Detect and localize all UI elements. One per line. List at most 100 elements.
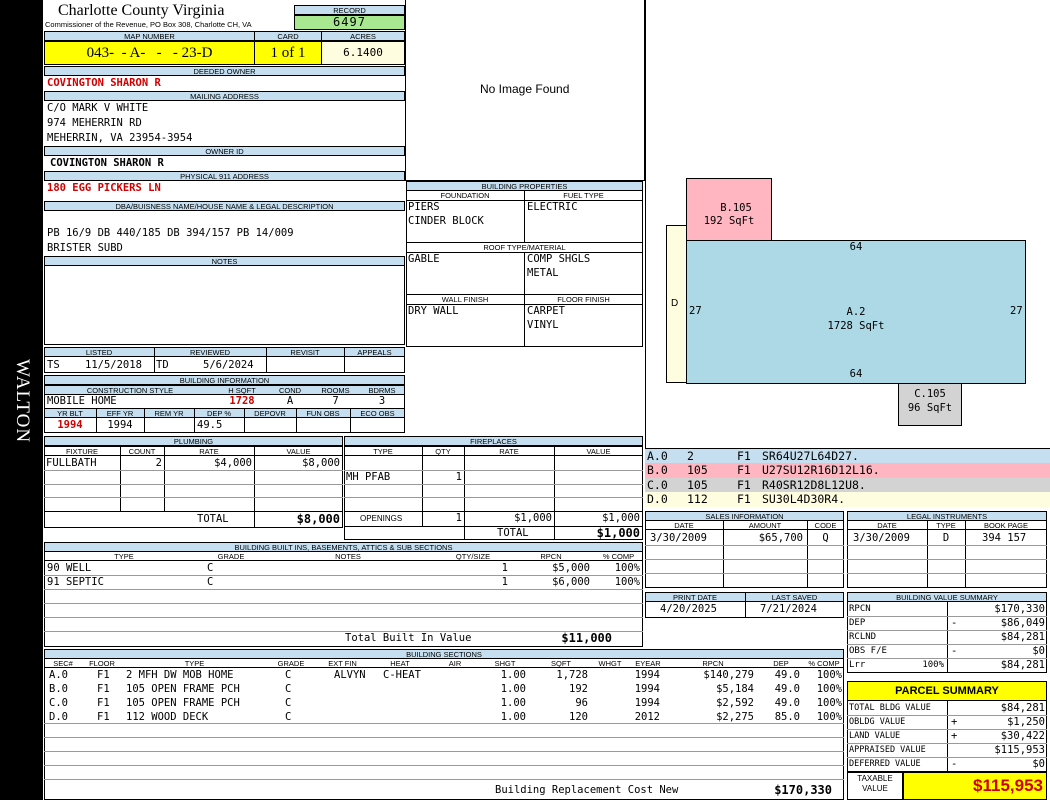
physical-address-label: PHYSICAL 911 ADDRESS [44,171,405,181]
dep-cell: 49.0 [774,697,800,709]
building-info-label: BUILDING INFORMATION [44,375,405,385]
grade-cell: C [285,669,292,681]
builtin-rpcn-header: RPCN [540,552,562,561]
shgt-header: SHGT [494,659,516,668]
sale-amount: $65,700 [758,532,803,544]
acres-value: 6.1400 [321,41,405,65]
openings-qty: 1 [455,512,462,524]
brcn-value: $170,330 [774,783,832,797]
builtin-1-grade: C [207,562,214,574]
district-label: WALTON [12,359,33,444]
type-cell: 105 OPEN FRAME PCH [126,683,240,695]
builtin-2-qty: 1 [501,576,508,588]
bvs-dep-value: $86,049 [1000,617,1045,629]
map-number-label: MAP NUMBER [44,31,255,41]
legal-date-header: DATE [877,521,897,530]
extfin-header: EXT FIN [328,659,357,668]
card-label: CARD [254,31,322,41]
builtin-1-type: 90 WELL [47,562,92,574]
fireplace-qty-header: QTY [435,447,451,456]
legal-line-2: BRISTER SUBD [47,242,123,254]
reviewed-label: REVIEWED [189,348,230,357]
ecoobs-header: ECO OBS [360,409,395,418]
plumbing-total: $8,000 [296,512,340,526]
acres-label: ACRES [321,31,405,41]
plumbing-rate: $4,000 [214,457,252,469]
sales-date-header: DATE [674,521,694,530]
cond-value: A [286,395,294,407]
eyear-cell: 2012 [634,711,660,723]
builtin-type-header: TYPE [114,552,134,561]
dep-cell: 49.0 [774,683,800,695]
fuel-1: ELECTRIC [527,201,578,213]
legal-book: 394 157 [982,532,1027,544]
builtin-1-rpcn: $5,000 [552,562,590,574]
fuel-type-label: FUEL TYPE [563,191,604,200]
sec-cell: A.0 [49,669,68,681]
builtin-qty-header: QTY/SIZE [455,552,491,561]
segment-sec: A.0 [647,449,668,463]
listed-by: TS [47,359,60,371]
legal-instruments-box [847,520,1047,588]
taxable-label-1: TAXABLE [857,774,893,783]
shgt-cell: 1.00 [500,711,526,723]
floor-cell: F1 [97,683,110,695]
listed-label: LISTED [85,348,113,357]
bvs-rclnd-label: RCLND [849,632,877,642]
builtin-grade-header: GRADE [217,552,245,561]
grade-cell: C [285,697,292,709]
bvs-obs-value: $0 [1032,645,1045,657]
bdrms-header: BDRMS [368,386,396,395]
shgt-cell: 1.00 [500,669,526,681]
sketch-b-label: B.105 [720,202,752,214]
wall-finish-label: WALL FINISH [441,295,489,304]
sqft-cell: 120 [569,711,588,723]
fireplace-type-header: TYPE [373,447,393,456]
fireplaces-label: FIREPLACES [344,436,643,446]
segment-sec: C.0 [647,478,668,492]
type-header: TYPE [184,659,205,668]
floor-cell: F1 [97,711,110,723]
sketch-dim-top: 64 [849,241,863,253]
dep-cell: 49.0 [774,669,800,681]
effyr-header: EFF YR [106,409,134,418]
county-name: Charlotte County Virginia [58,2,225,19]
sqft-header: SQFT [551,659,571,668]
openings-value: $1,000 [602,512,640,524]
segment-floor: F1 [737,463,751,477]
plumbing-fixture: FULLBATH [46,457,97,469]
fireplace-rate-header: RATE [499,447,519,456]
mailing-line-1: C/O MARK V WHITE [47,102,149,114]
legal-line-1: PB 16/9 DB 440/185 DB 394/157 PB 14/009 [47,227,294,239]
builtin-1-qty: 1 [501,562,508,574]
foundation-label: FOUNDATION [440,191,490,200]
builtin-1-comp: 100% [614,562,640,574]
appraised-value: $115,953 [994,744,1045,756]
sketch-dim-left: 27 [689,305,702,317]
reviewed-date: 5/6/2024 [203,359,254,371]
legal-type-header: TYPE [936,521,956,530]
record-label: RECORD [294,5,405,15]
legal-description-label: DBA/BUISNESS NAME/HOUSE NAME & LEGAL DES… [44,201,405,211]
plumbing-rate-header: RATE [199,447,219,456]
shgt-cell: 1.00 [500,683,526,695]
sec-cell: D.0 [49,711,68,723]
yrblt-header: YR BLT [57,409,83,418]
builtin-notes-header: NOTES [335,552,361,561]
sqft-cell: 1,728 [556,669,588,681]
sales-code-header: CODE [814,521,837,530]
dep-header: DEP [773,659,789,668]
commissioner-address: Commissioner of the Revenue, PO Box 308,… [45,20,252,29]
sec-cell: C.0 [49,697,68,709]
rpcn-cell: $140,279 [703,669,754,681]
legal-date: 3/30/2009 [853,532,910,544]
dep-header: DEP % [206,409,232,418]
rpcn-cell: $5,184 [716,683,754,695]
sketch-dim-right: 27 [1010,305,1023,317]
no-image-text: No Image Found [480,82,570,96]
heat-cell: C-HEAT [383,669,421,681]
bvs-lrr-value: $84,281 [1000,659,1045,671]
record-value: 6497 [294,15,405,30]
floor-cell: F1 [97,669,110,681]
land-value-label: LAND VALUE [849,731,901,741]
